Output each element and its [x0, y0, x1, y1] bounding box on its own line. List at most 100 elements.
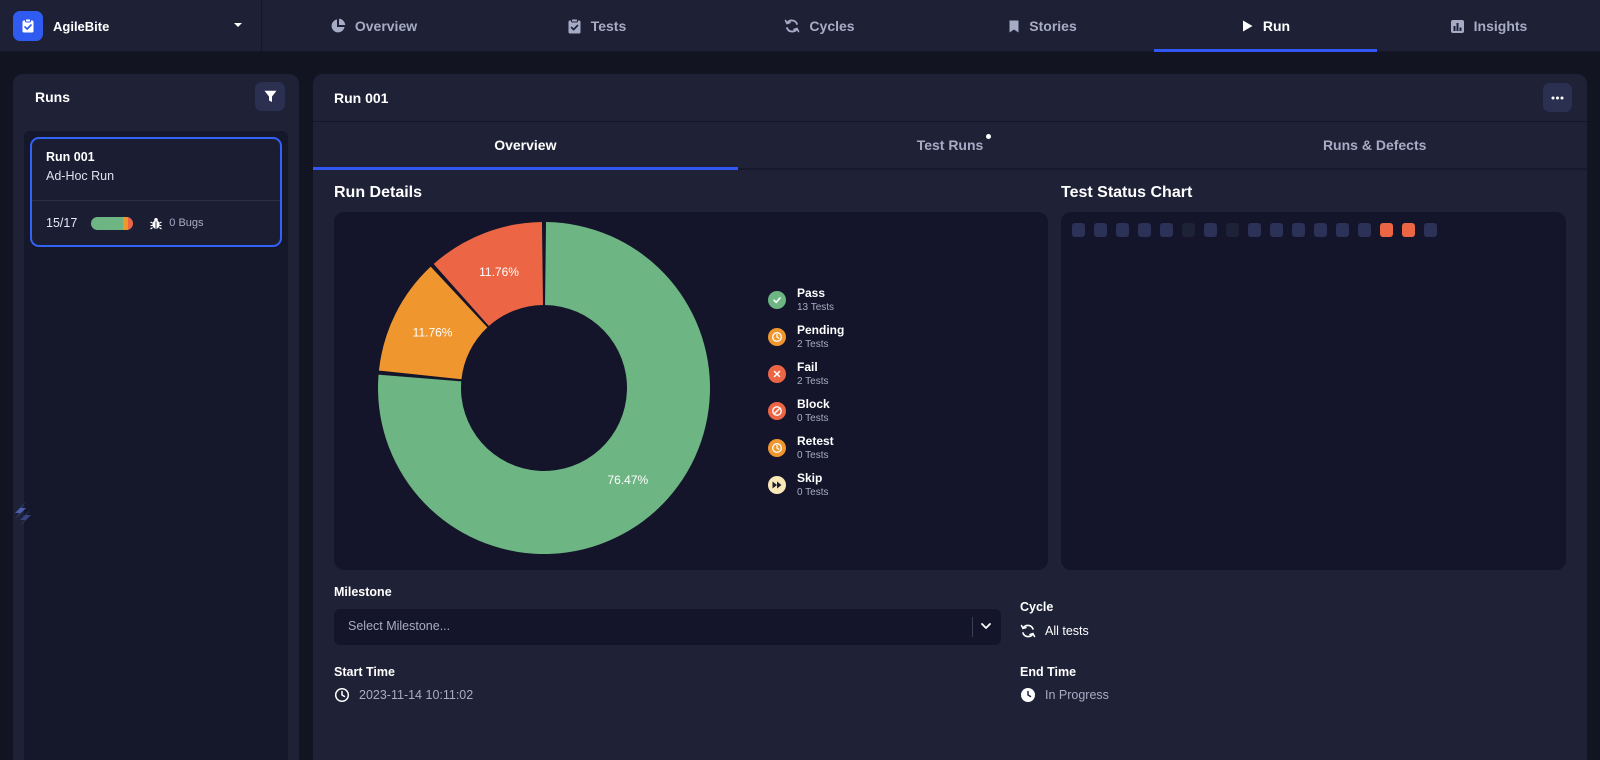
- workspace-name: AgileBite: [53, 18, 110, 34]
- progress-segment-pass: [91, 216, 124, 230]
- legend-item-fail: Fail 2 Tests: [768, 360, 844, 397]
- nav-tab-label: Cycles: [809, 18, 855, 34]
- run-detail-header: Run 001: [313, 74, 1587, 122]
- x-icon: [768, 365, 786, 383]
- status-square[interactable]: [1314, 223, 1327, 237]
- clipboard-check-icon: [13, 11, 43, 41]
- runs-panel-header: Runs: [13, 74, 299, 120]
- tab-label: Test Runs: [916, 134, 991, 153]
- legend-name: Fail: [797, 360, 818, 374]
- select-divider: [972, 617, 973, 637]
- status-square[interactable]: [1292, 223, 1305, 237]
- clock-icon: [768, 439, 786, 457]
- test-status-chart: [1061, 212, 1566, 570]
- legend-name: Pending: [797, 323, 845, 337]
- main-nav: Overview Tests Cycles Stories Run Insigh…: [262, 0, 1600, 52]
- legend-item-retest: Retest 0 Tests: [768, 434, 844, 471]
- cycle-label: Cycle: [1020, 600, 1054, 614]
- tab-label: Runs & Defects: [1322, 137, 1427, 153]
- status-square[interactable]: [1424, 223, 1437, 237]
- nav-tab-run[interactable]: Run: [1154, 0, 1377, 52]
- nav-tab-label: Overview: [354, 18, 418, 34]
- status-square[interactable]: [1160, 223, 1173, 237]
- donut-label-pending: 11.76%: [413, 325, 453, 339]
- cycle-value-text: All tests: [1045, 624, 1089, 638]
- donut-label-pass: 76.47%: [608, 473, 649, 487]
- status-square[interactable]: [1270, 223, 1283, 237]
- bookmark-icon: [1009, 20, 1019, 32]
- nav-tab-insights[interactable]: Insights: [1377, 0, 1600, 52]
- status-square[interactable]: [1248, 223, 1261, 237]
- run-card[interactable]: Run 001 Ad-Hoc Run 15/17 0 Bugs: [30, 137, 282, 247]
- run-detail-tabs: Overview Test Runs Runs & Defects: [313, 122, 1587, 170]
- filter-icon: [264, 90, 276, 102]
- status-square[interactable]: [1116, 223, 1129, 237]
- legend-name: Skip: [797, 471, 823, 485]
- runs-list: Run 001 Ad-Hoc Run 15/17 0 Bugs: [24, 131, 288, 760]
- milestone-label: Milestone: [334, 585, 392, 599]
- cycle-icon: [1020, 624, 1036, 638]
- status-square[interactable]: [1380, 223, 1393, 237]
- legend-count: 0 Tests: [797, 413, 829, 424]
- legend-name: Block: [797, 397, 830, 411]
- run-card-subtitle: Ad-Hoc Run: [46, 169, 115, 183]
- end-time-text: In Progress: [1045, 688, 1109, 702]
- status-square[interactable]: [1358, 223, 1371, 237]
- status-square[interactable]: [1182, 223, 1195, 237]
- play-icon: [1242, 20, 1253, 32]
- tab-label: Overview: [494, 137, 557, 153]
- run-details-title: Run Details: [334, 184, 423, 201]
- tab-test-runs[interactable]: Test Runs: [738, 122, 1163, 168]
- nav-tab-label: Insights: [1473, 18, 1528, 34]
- status-square[interactable]: [1138, 223, 1151, 237]
- status-square[interactable]: [1094, 223, 1107, 237]
- tab-overview[interactable]: Overview: [313, 122, 738, 170]
- start-time-label: Start Time: [334, 665, 395, 679]
- legend-item-pass: Pass 13 Tests: [768, 286, 844, 323]
- status-square[interactable]: [1204, 223, 1217, 237]
- bug-icon: [150, 217, 163, 229]
- legend-count: 0 Tests: [797, 487, 829, 498]
- milestone-placeholder: Select Milestone...: [348, 619, 451, 633]
- status-square[interactable]: [1402, 223, 1415, 237]
- brand-mark-icon: [15, 502, 31, 526]
- run-card-footer: 15/17 0 Bugs: [32, 201, 280, 245]
- donut-label-fail: 11.76%: [479, 265, 519, 279]
- end-time-value: In Progress: [1020, 687, 1109, 703]
- clock-icon: [768, 328, 786, 346]
- nav-tab-cycles[interactable]: Cycles: [708, 0, 931, 52]
- nav-tab-tests[interactable]: Tests: [485, 0, 708, 52]
- top-nav-bar: AgileBite Overview Tests Cycles Stories …: [0, 0, 1600, 52]
- clock-icon: [334, 687, 350, 703]
- status-square[interactable]: [1072, 223, 1085, 237]
- more-options-button[interactable]: [1543, 83, 1572, 112]
- nav-tab-label: Tests: [590, 18, 627, 34]
- run-detail-panel: Run 001 Overview Test Runs Runs & Defect…: [313, 74, 1587, 760]
- fast-forward-icon: [768, 476, 786, 494]
- tab-runs-defects[interactable]: Runs & Defects: [1162, 122, 1587, 168]
- filter-button[interactable]: [255, 82, 285, 111]
- donut-chart: 76.47% 11.76% 11.76%: [377, 222, 710, 554]
- milestone-select[interactable]: Select Milestone...: [334, 609, 1001, 645]
- workspace-switcher[interactable]: AgileBite: [0, 0, 262, 52]
- legend-count: 2 Tests: [797, 339, 829, 350]
- cycle-icon: [785, 19, 800, 33]
- status-square[interactable]: [1226, 223, 1239, 237]
- more-horizontal-icon: [1551, 96, 1564, 99]
- status-square[interactable]: [1336, 223, 1349, 237]
- nav-tab-stories[interactable]: Stories: [931, 0, 1154, 52]
- runs-panel: Runs Run 001 Ad-Hoc Run 15/17 0 Bugs: [13, 74, 299, 760]
- legend-count: 13 Tests: [797, 302, 835, 313]
- run-details-chart: 76.47% 11.76% 11.76% Pass 13 Tests Pending…: [334, 212, 1048, 570]
- legend-name: Pass: [797, 286, 826, 300]
- chevron-down-icon: [981, 623, 991, 629]
- start-time-value: 2023-11-14 10:11:02: [334, 687, 473, 703]
- legend-item-pending: Pending 2 Tests: [768, 323, 844, 360]
- nav-tab-label: Stories: [1029, 18, 1077, 34]
- legend-count: 0 Tests: [797, 450, 829, 461]
- test-status-chart-title: Test Status Chart: [1061, 184, 1193, 201]
- progress-segment-fail: [128, 216, 134, 230]
- nav-tab-overview[interactable]: Overview: [262, 0, 485, 52]
- end-time-label: End Time: [1020, 665, 1077, 679]
- start-time-text: 2023-11-14 10:11:02: [359, 688, 474, 702]
